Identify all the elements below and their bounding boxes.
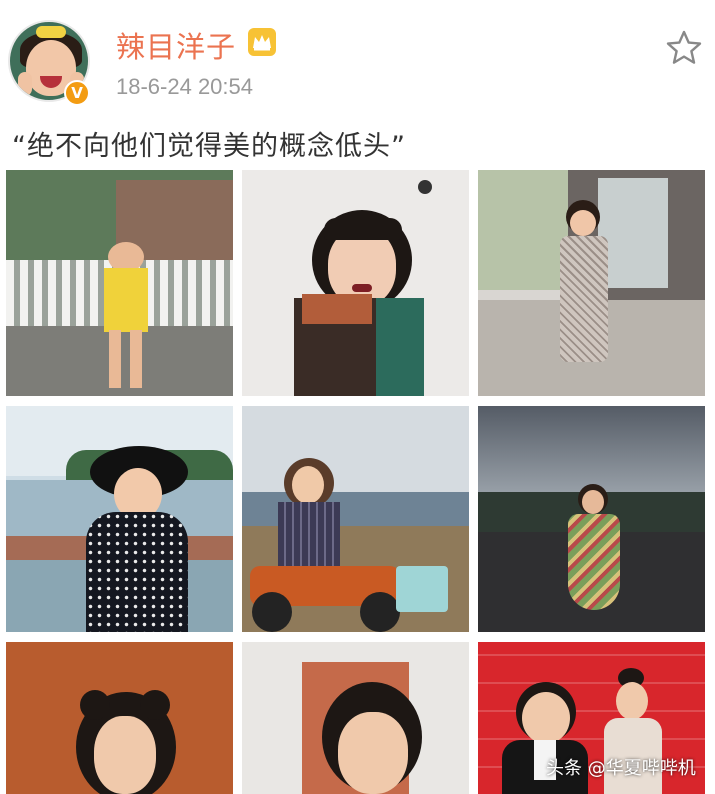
post-text: “绝不向他们觉得美的概念低头” bbox=[12, 131, 406, 162]
photo-2[interactable] bbox=[242, 170, 469, 396]
watermark: 头条 @华夏哔哔机 bbox=[546, 758, 696, 779]
photo-3[interactable] bbox=[478, 170, 705, 396]
photo-5[interactable] bbox=[242, 406, 469, 632]
photo-7[interactable] bbox=[6, 642, 233, 794]
post-timestamp: 18-6-24 20:54 bbox=[116, 74, 253, 99]
photo-1[interactable] bbox=[6, 170, 233, 396]
photo-4[interactable] bbox=[6, 406, 233, 632]
photo-6[interactable] bbox=[478, 406, 705, 632]
avatar-flower bbox=[36, 26, 66, 38]
photo-8[interactable] bbox=[242, 642, 469, 794]
post-header: V 辣目洋子 18-6-24 20:54 bbox=[0, 0, 715, 120]
avatar-hand-left bbox=[18, 72, 32, 96]
crown-icon[interactable] bbox=[248, 28, 276, 56]
username[interactable]: 辣目洋子 bbox=[116, 24, 236, 66]
star-icon[interactable] bbox=[664, 28, 704, 68]
photo-grid bbox=[6, 170, 706, 794]
verified-badge-icon: V bbox=[64, 80, 90, 106]
